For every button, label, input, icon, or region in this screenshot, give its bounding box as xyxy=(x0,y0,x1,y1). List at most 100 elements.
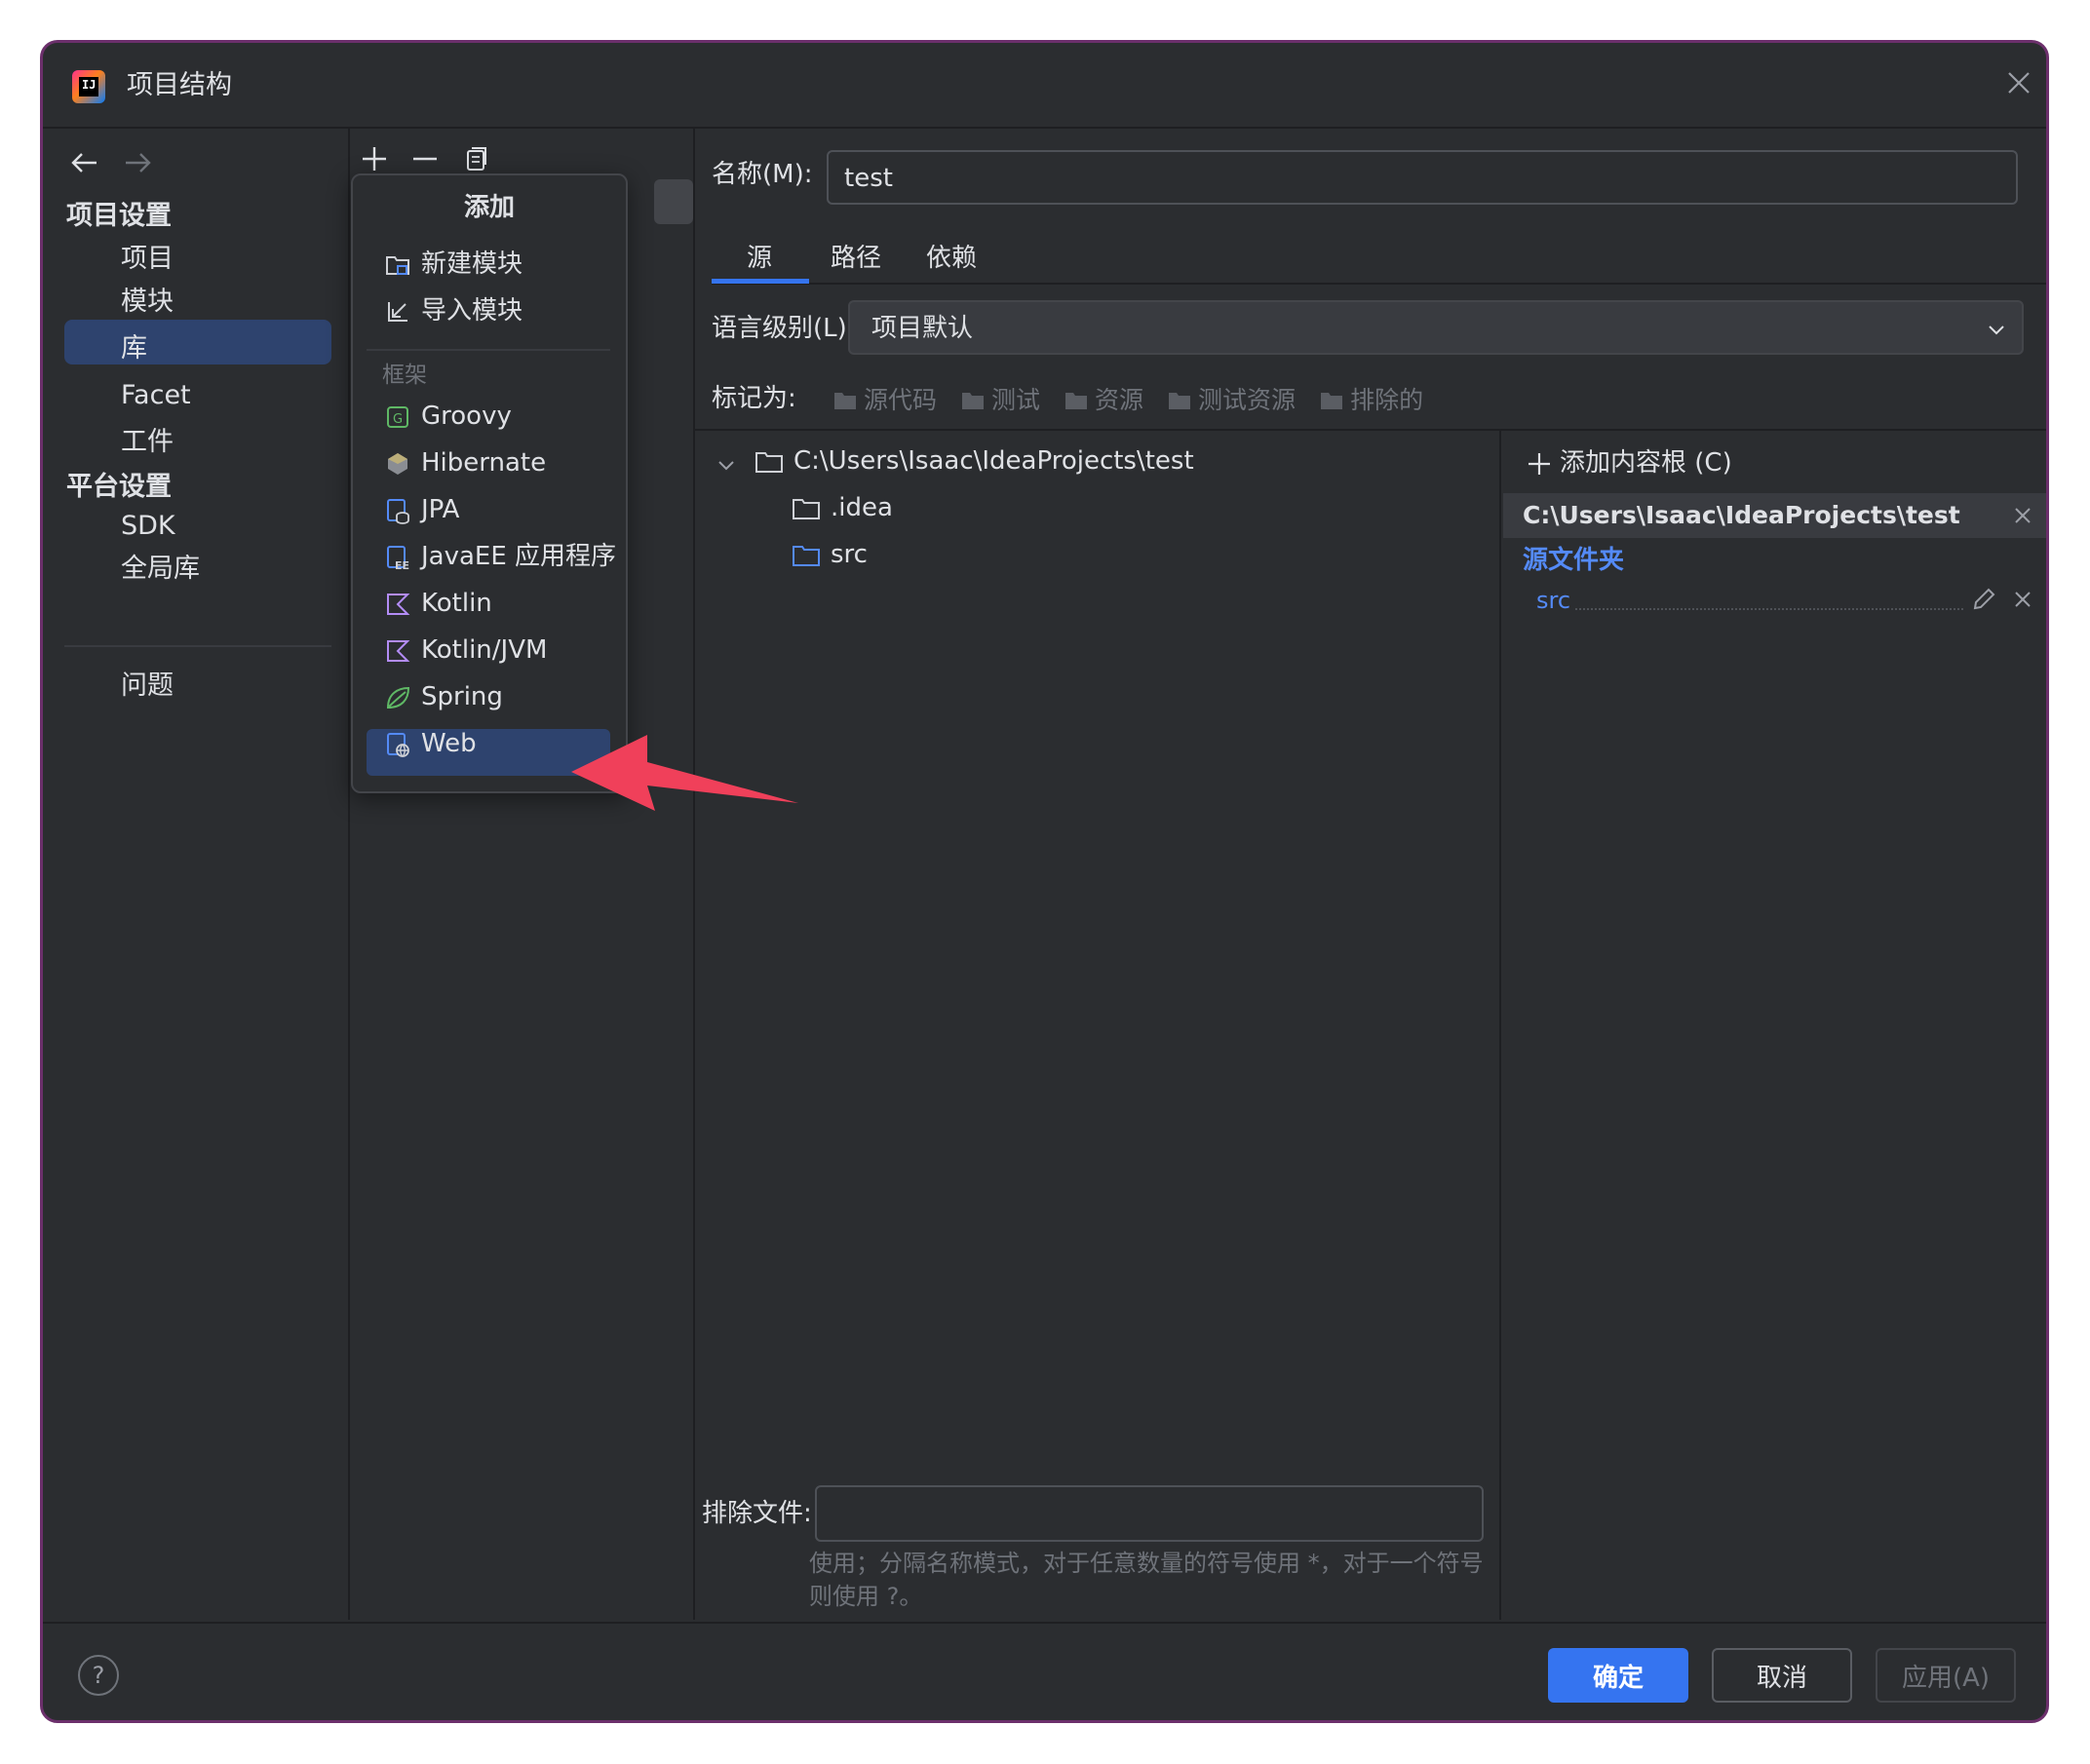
module-list-row-partial[interactable] xyxy=(654,179,693,224)
folder-icon xyxy=(1321,393,1343,409)
menu-item-groovy[interactable]: G Groovy xyxy=(384,402,512,432)
kotlin-icon xyxy=(384,591,411,618)
footer-divider xyxy=(43,1622,2046,1624)
arrow-left-icon[interactable] xyxy=(70,150,99,175)
menu-item-jpa[interactable]: JPA xyxy=(384,495,459,525)
popup-section-frameworks: 框架 xyxy=(382,363,427,388)
mark-as-label: 标记为: xyxy=(712,384,796,413)
nav-item-sdk[interactable]: SDK xyxy=(121,511,175,542)
mark-resources-button[interactable]: 资源 xyxy=(1064,386,1143,415)
menu-item-kotlin[interactable]: Kotlin xyxy=(384,589,492,619)
folder-icon xyxy=(793,498,820,519)
add-popup-menu: 添加 新建模块 导入模块 框架 G Groovy Hibernate JPA E… xyxy=(351,173,628,793)
add-content-root-button[interactable]: 添加内容根 (C) xyxy=(1527,448,1732,479)
svg-text:G: G xyxy=(393,412,403,427)
tabs-baseline xyxy=(712,283,2046,285)
project-structure-dialog: IJ 项目结构 项目设置 项目 模块 库 Facet 工件 平台设置 SDK 全… xyxy=(40,40,2049,1723)
menu-item-label: JavaEE 应用程序 xyxy=(421,542,617,571)
copy-icon[interactable] xyxy=(461,144,490,173)
tree-item-src[interactable]: src xyxy=(792,540,868,570)
tab-dependencies[interactable]: 依赖 xyxy=(926,244,977,274)
menu-item-hibernate[interactable]: Hibernate xyxy=(384,448,546,479)
mark-tests-button[interactable]: 测试 xyxy=(960,386,1040,415)
language-level-label: 语言级别(L): xyxy=(712,314,856,343)
apply-button[interactable]: 应用(A) xyxy=(1876,1648,2016,1703)
project-settings-header: 项目设置 xyxy=(66,201,172,231)
exclude-hint-line2: 则使用 ?。 xyxy=(809,1583,923,1610)
chevron-down-icon xyxy=(1987,320,2006,339)
new-module-icon xyxy=(384,251,411,279)
mark-test-resources-button[interactable]: 测试资源 xyxy=(1167,386,1296,415)
nav-item-artifacts[interactable]: 工件 xyxy=(121,427,174,458)
add-icon[interactable] xyxy=(360,144,389,173)
add-content-root-label: 添加内容根 (C) xyxy=(1560,448,1732,478)
ok-button[interactable]: 确定 xyxy=(1548,1648,1688,1703)
folder-icon xyxy=(755,451,783,473)
arrow-right-icon[interactable] xyxy=(123,150,152,175)
mark-option-label: 源代码 xyxy=(864,386,938,414)
module-name-field[interactable]: test xyxy=(827,150,2018,205)
tree-root[interactable]: C:\Users\Isaac\IdeaProjects\test xyxy=(755,446,1194,477)
edit-pencil-icon[interactable] xyxy=(1971,587,1996,612)
exclude-hint-line1: 使用；分隔名称模式，对于任意数量的符号使用 *，对于一个符号 xyxy=(809,1550,1484,1577)
popup-divider xyxy=(367,349,610,351)
remove-icon[interactable] xyxy=(410,144,440,173)
menu-item-kotlin-jvm[interactable]: Kotlin/JVM xyxy=(384,635,547,666)
content-root-path: C:\Users\Isaac\IdeaProjects\test xyxy=(1523,501,1960,529)
menu-item-web[interactable]: Web xyxy=(384,729,477,759)
groovy-icon: G xyxy=(384,403,411,431)
menu-item-label: Kotlin xyxy=(421,589,492,618)
folder-icon xyxy=(834,393,856,409)
language-level-value: 项目默认 xyxy=(871,314,974,343)
mark-sources-button[interactable]: 源代码 xyxy=(832,386,937,415)
nav-item-modules[interactable]: 模块 xyxy=(121,287,174,318)
close-icon[interactable] xyxy=(2006,70,2032,96)
title-bar: IJ 项目结构 xyxy=(43,43,2046,129)
menu-item-import-module[interactable]: 导入模块 xyxy=(384,296,522,326)
remove-icon[interactable] xyxy=(2014,591,2032,608)
menu-item-label: Spring xyxy=(421,682,503,711)
mark-excluded-button[interactable]: 排除的 xyxy=(1319,386,1423,415)
mark-option-label: 测试 xyxy=(991,386,1041,414)
menu-item-label: Groovy xyxy=(421,402,512,431)
nav-item-facets[interactable]: Facet xyxy=(121,380,191,411)
exclude-files-field[interactable] xyxy=(815,1485,1484,1542)
menu-item-label: 导入模块 xyxy=(421,296,523,326)
tab-paths[interactable]: 路径 xyxy=(831,244,881,274)
nav-item-libraries[interactable]: 库 xyxy=(121,333,147,364)
svg-text:EE: EE xyxy=(395,559,409,571)
folder-icon xyxy=(1169,393,1191,409)
nav-item-problems[interactable]: 问题 xyxy=(121,671,174,702)
source-folder-item[interactable]: src xyxy=(1536,587,1570,615)
source-folders-header: 源文件夹 xyxy=(1523,546,1625,575)
hibernate-icon xyxy=(384,450,411,478)
menu-item-label: Hibernate xyxy=(421,448,547,478)
exclude-files-label: 排除文件: xyxy=(702,1499,812,1528)
nav-item-project[interactable]: 项目 xyxy=(121,244,174,275)
annotation-arrow-icon xyxy=(571,735,798,811)
tree-item-label: .idea xyxy=(831,493,893,522)
language-level-select[interactable]: 项目默认 xyxy=(848,300,2024,355)
menu-item-javaee[interactable]: EE JavaEE 应用程序 xyxy=(384,542,616,572)
window-title: 项目结构 xyxy=(127,70,232,100)
tree-item-idea[interactable]: .idea xyxy=(792,493,893,523)
jpa-icon xyxy=(384,497,411,524)
nav-divider xyxy=(64,645,331,647)
source-folder-icon xyxy=(793,545,820,566)
tree-item-label: src xyxy=(831,540,868,569)
close-icon[interactable] xyxy=(2014,507,2032,524)
folder-icon xyxy=(962,393,985,409)
platform-settings-header: 平台设置 xyxy=(66,472,172,502)
menu-item-new-module[interactable]: 新建模块 xyxy=(384,249,522,280)
chevron-down-icon[interactable] xyxy=(716,454,737,476)
menu-item-spring[interactable]: Spring xyxy=(384,682,503,712)
cancel-button[interactable]: 取消 xyxy=(1712,1648,1852,1703)
mark-as-options: 源代码 测试 资源 测试资源 排除的 xyxy=(832,386,1423,415)
mark-option-label: 排除的 xyxy=(1350,386,1424,414)
menu-item-label: JPA xyxy=(421,495,460,524)
help-button[interactable]: ? xyxy=(78,1655,119,1696)
popup-title: 添加 xyxy=(463,193,515,222)
menu-item-label: Web xyxy=(421,729,477,758)
tab-sources[interactable]: 源 xyxy=(747,244,772,274)
nav-item-global-libraries[interactable]: 全局库 xyxy=(121,554,200,585)
